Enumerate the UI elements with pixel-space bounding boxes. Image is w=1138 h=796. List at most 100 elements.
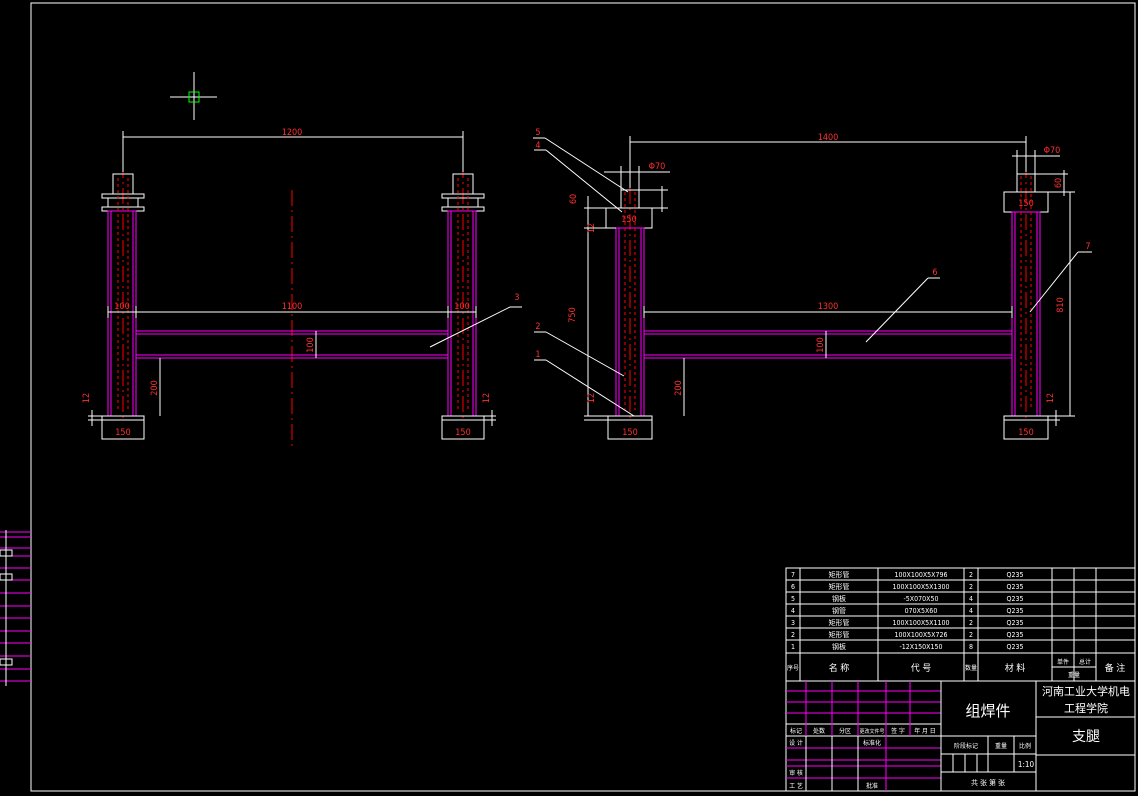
- side-dimensions: [533, 136, 1092, 440]
- scale-value: 1:10: [1018, 760, 1035, 769]
- label-design: 设 计: [789, 739, 803, 747]
- label-mark: 标记: [790, 727, 802, 735]
- bom-cell-spec: -5X070X50: [904, 595, 939, 603]
- bom-cell-qty: 4: [969, 607, 973, 615]
- bom-cell-qty: 8: [969, 643, 973, 651]
- bom-cell-spec: 070X5X60: [905, 607, 938, 615]
- bom-cell-name: 矩形管: [829, 618, 850, 627]
- bom-cell-material: Q235: [1007, 631, 1024, 639]
- bom-cell-no: 7: [791, 571, 795, 579]
- dim-side-pin-left: Φ70: [649, 162, 666, 172]
- front-view: 1200 1100 100 100 100 200 12 12 150 150 …: [82, 128, 522, 448]
- bom-cell-qty: 2: [969, 571, 973, 579]
- dim-side-12-cap: 12: [587, 223, 597, 233]
- left-edge-marks: [0, 530, 31, 686]
- side-centerlines: [629, 162, 1027, 418]
- part-name: 支腿: [1072, 729, 1100, 745]
- side-beam: [643, 330, 1013, 359]
- label-count: 处数: [813, 727, 825, 735]
- label-process: 工 艺: [789, 782, 803, 790]
- bom-cell-no: 2: [791, 631, 795, 639]
- dim-front-1200: 1200: [282, 128, 303, 138]
- dim-side-1400: 1400: [818, 133, 839, 143]
- dim-front-base-right: 150: [455, 428, 470, 438]
- cad-drawing[interactable]: 1200 1100 100 100 100 200 12 12 150 150 …: [0, 0, 1138, 796]
- label-stage: 阶段标记: [954, 742, 978, 750]
- callout-front-3: 3: [514, 293, 519, 303]
- label-approve: 批准: [866, 782, 878, 790]
- sheet-count: 共 张 第 张: [971, 778, 1005, 787]
- bom-cell-material: Q235: [1007, 643, 1024, 651]
- bom-cell-material: Q235: [1007, 607, 1024, 615]
- dim-front-beam-height: 100: [306, 337, 316, 352]
- bom-cell-name: 矩形管: [829, 582, 850, 591]
- dim-side-12-base-left: 12: [587, 393, 597, 403]
- dim-side-pin-right: Φ70: [1044, 146, 1061, 156]
- dim-side-base-left: 150: [622, 428, 637, 438]
- bom-cell-spec: 100X100X5X726: [895, 631, 948, 639]
- bom-cell-qty: 2: [969, 619, 973, 627]
- callout-side-7: 7: [1085, 242, 1090, 252]
- dim-front-post-right: 100: [454, 302, 469, 312]
- frame-border: [30, 2, 1136, 792]
- bom-header-name: 名 称: [829, 662, 850, 674]
- callout-side-6: 6: [932, 268, 937, 278]
- bom-header: 序号 名 称 代 号 数量 材 料 单件 总计 重量 备 注: [787, 658, 1125, 679]
- bom-header-remark: 备 注: [1105, 662, 1126, 674]
- dim-front-200: 200: [150, 380, 160, 395]
- bom-header-weight: 重量: [1068, 671, 1080, 679]
- callout-side-1: 1: [535, 350, 540, 360]
- bom-cell-qty: 4: [969, 595, 973, 603]
- dim-side-60-left: 60: [569, 194, 579, 204]
- label-date: 年 月 日: [914, 727, 935, 735]
- dim-side-base-right: 150: [1018, 428, 1033, 438]
- callout-side-4: 4: [535, 141, 540, 151]
- bom-cell-no: 3: [791, 619, 795, 627]
- bom-cell-name: 矩形管: [829, 630, 850, 639]
- dim-front-12-left: 12: [82, 393, 92, 403]
- drawing-frame: [30, 2, 1136, 792]
- label-weight: 重量: [995, 742, 1007, 750]
- bom-header-qty: 数量: [965, 664, 977, 672]
- label-standard: 标准化: [863, 739, 881, 747]
- school-name-line2: 工程学院: [1064, 701, 1108, 715]
- bom-cell-material: Q235: [1007, 595, 1024, 603]
- title-block: 7 矩形管 100X100X5X796 2 Q235 6 矩形管 100X100X5X1300…: [785, 567, 1136, 792]
- bom-cell-spec: -12X150X150: [900, 643, 943, 651]
- school-name-line1: 河南工业大学机电: [1042, 684, 1130, 698]
- bom-cell-name: 钢板: [832, 642, 846, 651]
- bom-cell-material: Q235: [1007, 583, 1024, 591]
- dim-side-beam-height: 100: [816, 337, 826, 352]
- dim-side-1300: 1300: [818, 302, 839, 312]
- dim-front-post-left: 100: [114, 302, 129, 312]
- bom-header-no: 序号: [787, 664, 799, 672]
- label-sign: 签 字: [891, 727, 905, 735]
- bom-cell-qty: 2: [969, 583, 973, 591]
- dim-side-200: 200: [674, 380, 684, 395]
- bom-cell-name: 钢管: [832, 606, 846, 615]
- callout-side-2: 2: [535, 322, 540, 332]
- bom-cell-no: 1: [791, 643, 795, 651]
- bom-cell-spec: 100X100X5X1300: [892, 583, 949, 591]
- bom-cell-qty: 2: [969, 631, 973, 639]
- bom-cell-material: Q235: [1007, 619, 1024, 627]
- bom-cell-name: 钢板: [832, 594, 846, 603]
- dim-side-cap-left: 150: [621, 215, 636, 225]
- dim-side-12-base-right: 12: [1046, 393, 1056, 403]
- label-scale: 比例: [1019, 742, 1031, 750]
- crosshair-icon: [170, 72, 217, 120]
- dim-front-12-right: 12: [482, 393, 492, 403]
- side-view: 1400 1300 Φ70 Φ70 60 60 12 150 150 750 8…: [533, 128, 1092, 440]
- dim-side-750: 750: [568, 307, 578, 322]
- bom-cell-no: 4: [791, 607, 795, 615]
- bom-cell-no: 6: [791, 583, 795, 591]
- bom-header-total: 总计: [1079, 658, 1091, 666]
- label-doc: 更改文件号: [859, 728, 884, 735]
- dim-front-1100: 1100: [282, 302, 303, 312]
- dim-front-base-left: 150: [115, 428, 130, 438]
- bom-rows: 7 矩形管 100X100X5X796 2 Q235 6 矩形管 100X100X5X1300…: [791, 570, 1024, 651]
- bom-cell-spec: 100X100X5X796: [895, 571, 948, 579]
- dim-side-60-right: 60: [1054, 178, 1064, 188]
- bom-cell-no: 5: [791, 595, 795, 603]
- dim-side-cap-right: 150: [1018, 199, 1033, 209]
